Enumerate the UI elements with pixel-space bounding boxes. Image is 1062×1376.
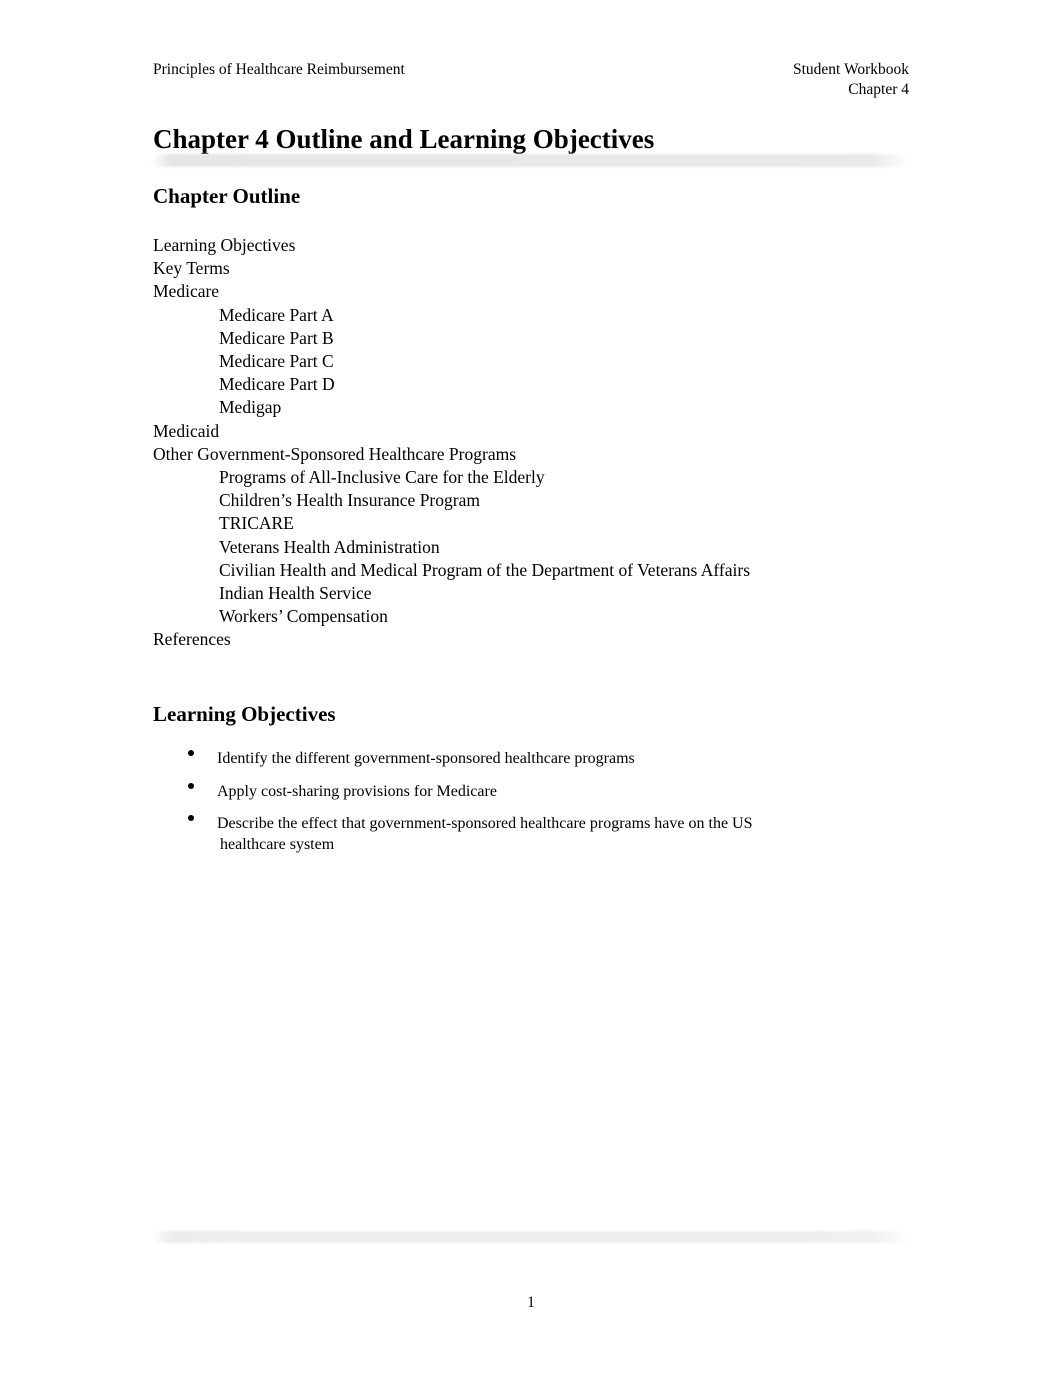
page-number: 1: [527, 1294, 535, 1311]
objective-line: Describe the effect that government-spon…: [217, 815, 753, 832]
objective-text: Describe the effect that government-spon…: [217, 813, 913, 855]
bullet-icon: [188, 815, 194, 821]
header-right-block: Student Workbook Chapter 4: [793, 60, 909, 100]
objective-line: Identify the different government-sponso…: [217, 750, 635, 767]
outline-item: Medicare Part A: [219, 304, 334, 325]
outline-item: Medigap: [219, 397, 282, 418]
outline-item: Medicare Part D: [219, 374, 335, 395]
outline-item: References: [153, 629, 231, 650]
outline-item: Other Government-Sponsored Healthcare Pr…: [153, 443, 517, 464]
objective-line-continuation: healthcare system: [220, 836, 335, 853]
outline-item: TRICARE: [219, 513, 294, 534]
title-divider: [152, 154, 910, 167]
outline-item: Medicare Part C: [219, 351, 334, 372]
outline-item: Children’s Health Insurance Program: [219, 490, 480, 511]
outline-item: Civilian Health and Medical Program of t…: [219, 559, 751, 580]
outline-item: Indian Health Service: [219, 583, 372, 604]
header-right-line-2: Chapter 4: [848, 81, 909, 98]
outline-item: Medicare Part B: [219, 327, 334, 348]
outline-item: Key Terms: [153, 258, 230, 279]
chapter-outline-list: Learning Objectives Key Terms Medicare Medi…: [153, 234, 913, 652]
document-page: Principles of Healthcare Reimbursement S…: [0, 0, 1062, 1376]
outline-item: Veterans Health Administration: [219, 536, 440, 557]
section-heading-learning-objectives: Learning Objectives: [153, 702, 336, 726]
outline-item: Medicare: [153, 281, 220, 302]
objective-line: Apply cost-sharing provisions for Medica…: [217, 782, 497, 800]
header-left-text: Principles of Healthcare Reimbursement: [153, 61, 405, 78]
section-heading-chapter-outline: Chapter Outline: [153, 184, 301, 208]
list-item: Identify the different government-sponso…: [153, 748, 913, 769]
page-header: Principles of Healthcare Reimbursement S…: [153, 60, 909, 100]
learning-objectives-list: Identify the different government-sponso…: [153, 748, 913, 867]
footer-divider: [152, 1231, 910, 1243]
list-item: Describe the effect that government-spon…: [153, 813, 913, 855]
page-title: Chapter 4 Outline and Learning Objective…: [153, 124, 655, 154]
list-item: Apply cost-sharing provisions for Medica…: [153, 781, 913, 802]
outline-item: Medicaid: [153, 420, 220, 441]
bullet-icon: [188, 750, 194, 756]
outline-item: Learning Objectives: [153, 235, 296, 255]
bullet-icon: [188, 782, 194, 789]
outline-item: Workers’ Compensation: [219, 606, 388, 627]
header-right-line-1: Student Workbook: [792, 61, 909, 78]
objective-text: Apply cost-sharing provisions for Medica…: [217, 781, 913, 802]
objective-text: Identify the different government-sponso…: [217, 748, 913, 769]
outline-item: Programs of All-Inclusive Care for the E…: [219, 467, 545, 488]
